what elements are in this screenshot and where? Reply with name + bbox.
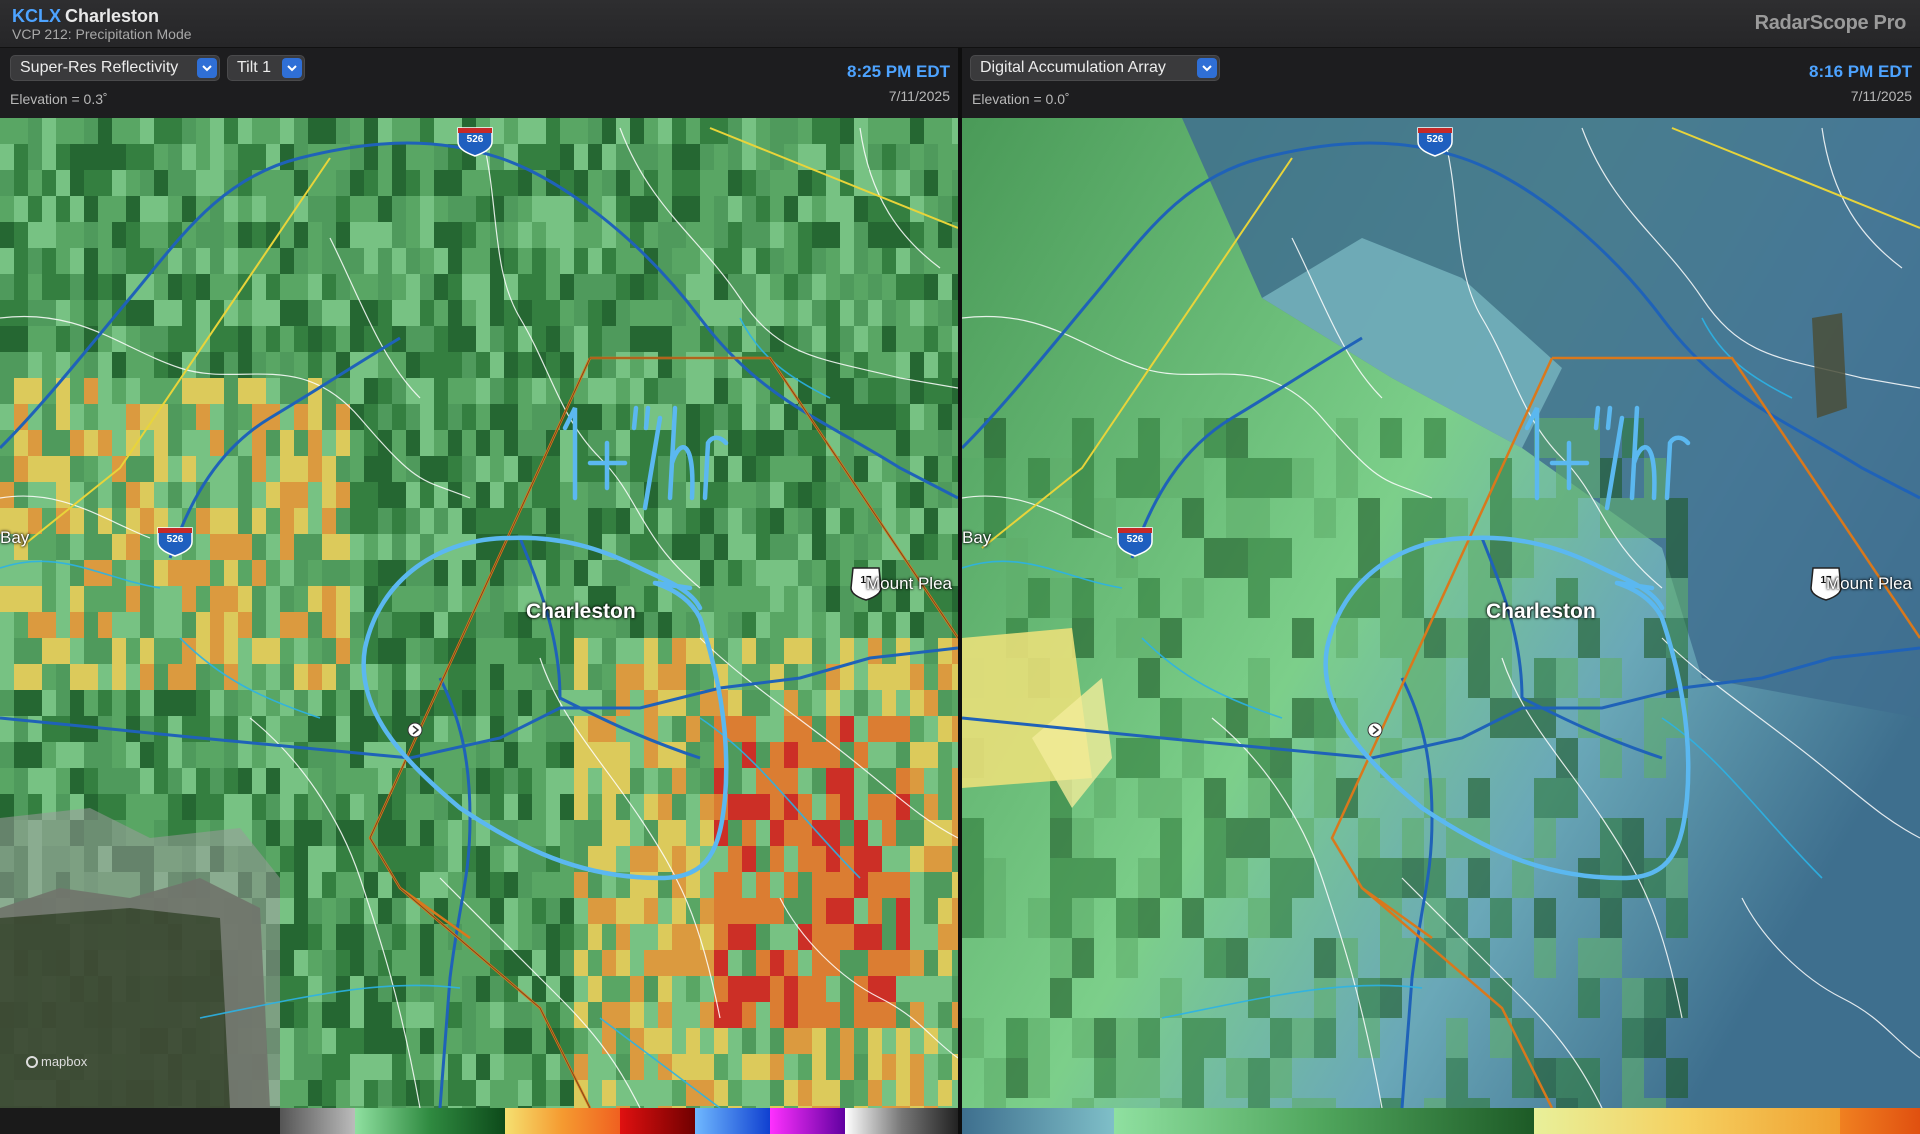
scan-time: 8:16 PM EDT (1809, 62, 1912, 81)
left-panel-header: Super-Res Reflectivity Tilt 1 Elevation … (0, 48, 958, 118)
scan-time: 8:25 PM EDT (847, 62, 950, 81)
radarscope-window: KCLX Charleston VCP 212: Precipitation Mo… (0, 0, 1920, 1134)
scan-date: 7/11/2025 (1850, 88, 1912, 104)
right-panel-header: Digital Accumulation Array Elevation = 0… (962, 48, 1920, 118)
reflectivity-color-legend (0, 1108, 958, 1134)
tilt-label: Tilt 1 (237, 59, 272, 76)
product-label: Digital Accumulation Array (980, 59, 1166, 76)
chevron-down-icon (1197, 58, 1217, 78)
interstate-526-label: 526 (1126, 534, 1144, 545)
scan-date: 7/11/2025 (888, 88, 950, 104)
interstate-526-label: 526 (466, 134, 484, 145)
left-radar-panel[interactable]: Super-Res Reflectivity Tilt 1 Elevation … (0, 48, 958, 1134)
city-label-mount-pleasant[interactable]: Mount Plea (1826, 574, 1912, 594)
app-logo: RadarScope Pro (1754, 12, 1907, 34)
radar-site-icon[interactable] (1367, 722, 1383, 738)
place-label-bay: Bay (962, 528, 992, 547)
mapbox-attribution[interactable]: mapbox (26, 1054, 87, 1069)
interstate-526-label: 526 (166, 534, 184, 545)
accumulation-overlay-right (962, 118, 1920, 1108)
vcp-mode: VCP 212: Precipitation Mode (12, 26, 192, 42)
chevron-down-icon (282, 58, 302, 78)
product-dropdown-left[interactable]: Super-Res Reflectivity (10, 55, 220, 81)
accumulation-color-legend (962, 1108, 1920, 1134)
mapbox-label: mapbox (41, 1054, 88, 1069)
radar-site-icon[interactable] (407, 722, 423, 738)
station-title[interactable]: KCLX Charleston (12, 6, 159, 27)
radar-map-left[interactable]: 526 526 17 Charleston Mount Plea Bay map… (0, 118, 958, 1108)
place-label-bay: Bay (0, 528, 30, 547)
elevation-readout: Elevation = 0.3˚ (10, 91, 108, 107)
chevron-down-icon (197, 58, 217, 78)
station-name: Charleston (65, 6, 160, 26)
tilt-dropdown[interactable]: Tilt 1 (227, 55, 305, 81)
title-bar: KCLX Charleston VCP 212: Precipitation Mo… (0, 0, 1920, 48)
city-label-charleston[interactable]: Charleston (1486, 600, 1596, 624)
right-radar-panel[interactable]: Digital Accumulation Array Elevation = 0… (962, 48, 1920, 1134)
city-label-charleston[interactable]: Charleston (526, 600, 636, 624)
radar-overlay-left (0, 118, 958, 1108)
city-label-mount-pleasant[interactable]: Mount Plea (866, 574, 952, 594)
interstate-526-label: 526 (1426, 134, 1444, 145)
radar-map-right[interactable]: 526 526 17 Charleston Mount Plea Bay (962, 118, 1920, 1108)
elevation-readout: Elevation = 0.0˚ (972, 91, 1070, 107)
product-dropdown-right[interactable]: Digital Accumulation Array (970, 55, 1220, 81)
station-code: KCLX (12, 6, 61, 26)
mapbox-logo-icon (26, 1056, 38, 1068)
product-label: Super-Res Reflectivity (20, 59, 179, 76)
